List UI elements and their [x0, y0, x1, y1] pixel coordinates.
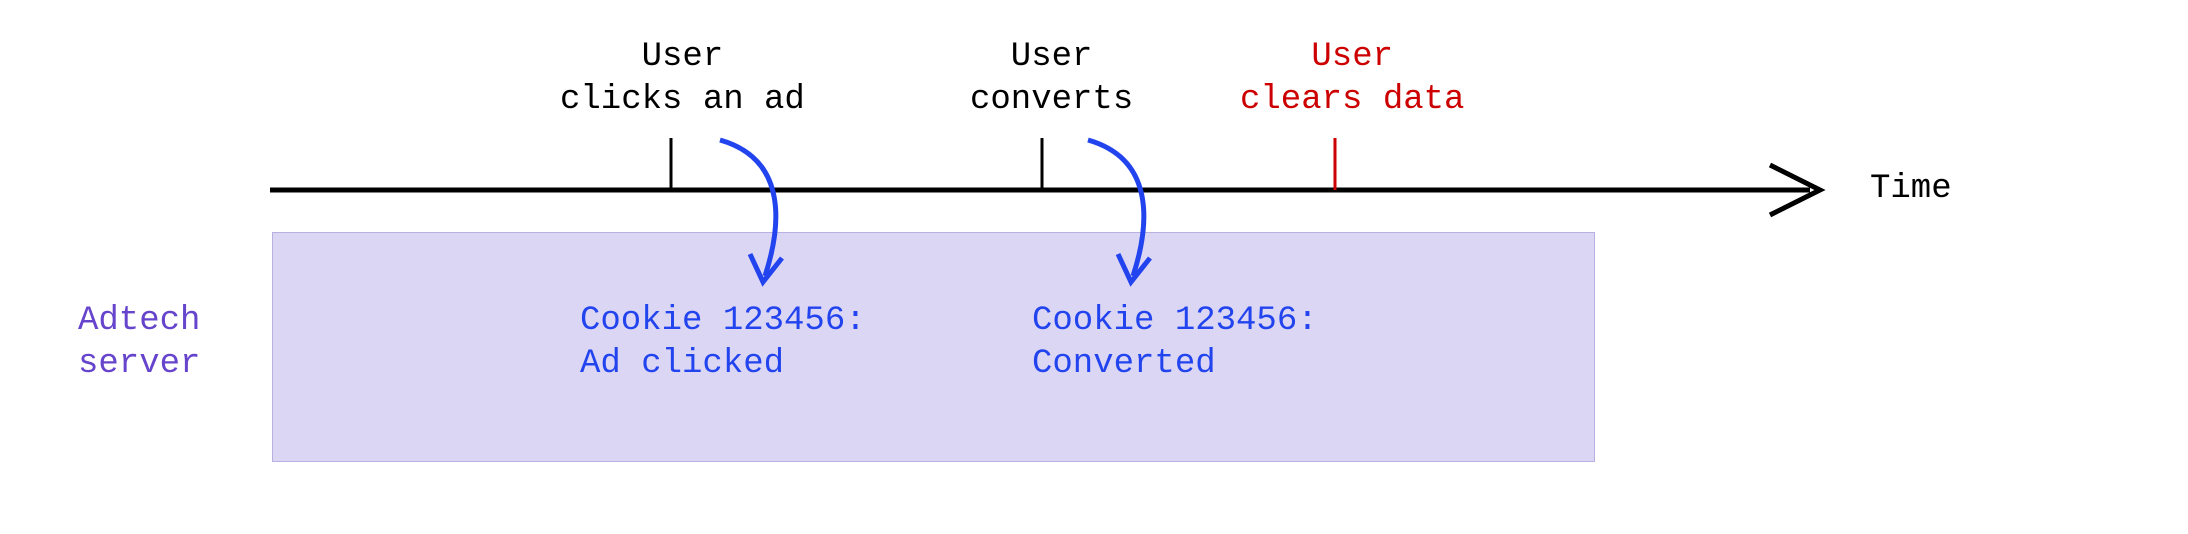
adtech-server-box: [272, 232, 1595, 462]
event-label-clear: User clears data: [1240, 36, 1464, 121]
diagram-container: User clicks an ad User converts User cle…: [0, 0, 2188, 534]
event-label-click: User clicks an ad: [560, 36, 805, 121]
cookie-entry-convert: Cookie 123456: Converted: [1032, 300, 1318, 385]
timeline-arrowhead: [1770, 165, 1820, 215]
server-label: Adtech server: [78, 300, 200, 385]
axis-label-time: Time: [1870, 170, 1952, 208]
event-label-convert: User converts: [970, 36, 1133, 121]
cookie-entry-click: Cookie 123456: Ad clicked: [580, 300, 866, 385]
